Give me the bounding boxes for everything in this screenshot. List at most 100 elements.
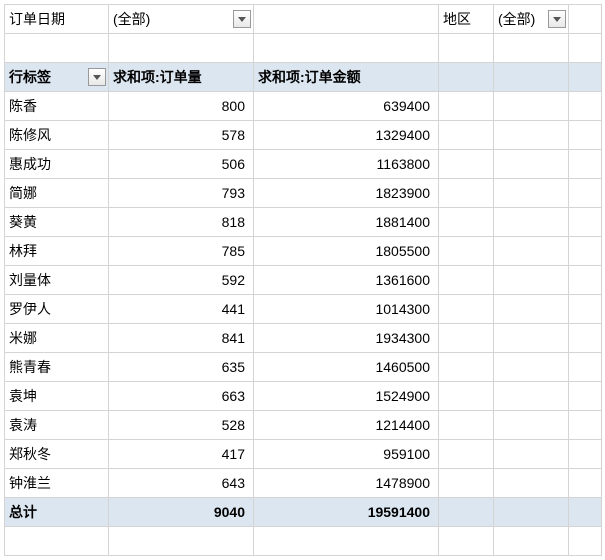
total-qty: 9040 [109,498,254,527]
row-label-dropdown-icon[interactable] [88,68,106,86]
empty-cell [439,324,494,353]
row-amount: 1361600 [254,266,439,295]
row-amount: 1934300 [254,324,439,353]
row-amount: 1823900 [254,179,439,208]
total-label: 总计 [5,498,109,527]
empty-cell [439,121,494,150]
empty-cell [494,266,569,295]
empty-cell [494,440,569,469]
row-qty: 417 [109,440,254,469]
empty-cell [569,411,602,440]
empty-cell [439,63,494,92]
header-row-label-text: 行标签 [9,69,51,85]
empty-cell [494,382,569,411]
table-row: 袁涛5281214400 [5,411,602,440]
row-name: 葵黄 [5,208,109,237]
pivot-table: 订单日期 (全部) 地区 (全部) 行标签 求 [4,4,602,556]
empty-cell [439,179,494,208]
empty-cell [494,121,569,150]
empty-cell [569,498,602,527]
filter-region-dropdown-icon[interactable] [548,10,566,28]
row-qty: 592 [109,266,254,295]
empty-cell [439,411,494,440]
row-name: 惠成功 [5,150,109,179]
row-name: 简娜 [5,179,109,208]
empty-cell [569,237,602,266]
filter-date-dropdown-icon[interactable] [233,10,251,28]
empty-cell [494,295,569,324]
empty-cell [569,266,602,295]
row-qty: 785 [109,237,254,266]
header-row-label[interactable]: 行标签 [5,63,109,92]
empty-cell [494,353,569,382]
empty-cell [569,353,602,382]
row-name: 罗伊人 [5,295,109,324]
table-row: 米娜8411934300 [5,324,602,353]
row-qty: 800 [109,92,254,121]
empty-cell [494,179,569,208]
empty-cell [439,92,494,121]
row-name: 刘量体 [5,266,109,295]
row-amount: 1805500 [254,237,439,266]
empty-cell [439,353,494,382]
empty-cell [439,295,494,324]
empty-cell [494,150,569,179]
empty-cell [494,63,569,92]
row-qty: 818 [109,208,254,237]
row-name: 钟淮兰 [5,469,109,498]
empty-cell [439,440,494,469]
total-row: 总计 9040 19591400 [5,498,602,527]
table-row: 惠成功5061163800 [5,150,602,179]
empty-cell [569,179,602,208]
empty-cell [494,92,569,121]
row-qty: 528 [109,411,254,440]
row-amount: 1014300 [254,295,439,324]
empty-cell [439,266,494,295]
table-row: 刘量体5921361600 [5,266,602,295]
filter-region-label-cell: 地区 [439,5,494,34]
blank-row [5,34,602,63]
empty-cell [569,469,602,498]
row-qty: 841 [109,324,254,353]
empty-cell [569,440,602,469]
row-qty: 506 [109,150,254,179]
row-name: 米娜 [5,324,109,353]
row-name: 袁涛 [5,411,109,440]
row-amount: 639400 [254,92,439,121]
empty-cell [494,469,569,498]
table-row: 葵黄8181881400 [5,208,602,237]
row-name: 陈修风 [5,121,109,150]
empty-cell [569,382,602,411]
row-amount: 1163800 [254,150,439,179]
empty-cell [254,5,439,34]
header-sum-amount: 求和项:订单金额 [254,63,439,92]
empty-cell [439,237,494,266]
row-amount: 1881400 [254,208,439,237]
empty-cell [494,498,569,527]
empty-cell [494,324,569,353]
empty-cell [569,324,602,353]
row-name: 熊青春 [5,353,109,382]
empty-cell [569,5,602,34]
row-amount: 1460500 [254,353,439,382]
row-qty: 578 [109,121,254,150]
empty-cell [439,208,494,237]
table-row: 罗伊人4411014300 [5,295,602,324]
filter-region-value: (全部) [498,9,535,29]
empty-cell [494,411,569,440]
table-row: 熊青春6351460500 [5,353,602,382]
empty-cell [439,498,494,527]
filter-date-value-cell[interactable]: (全部) [109,5,254,34]
row-amount: 1524900 [254,382,439,411]
row-name: 林拜 [5,237,109,266]
filter-region-value-cell[interactable]: (全部) [494,5,569,34]
empty-cell [569,121,602,150]
row-qty: 635 [109,353,254,382]
row-name: 郑秋冬 [5,440,109,469]
header-row: 行标签 求和项:订单量 求和项:订单金额 [5,63,602,92]
empty-cell [569,63,602,92]
empty-cell [439,150,494,179]
filter-date-value: (全部) [113,9,150,29]
empty-cell [569,208,602,237]
filter-date-label: 订单日期 [9,9,65,29]
